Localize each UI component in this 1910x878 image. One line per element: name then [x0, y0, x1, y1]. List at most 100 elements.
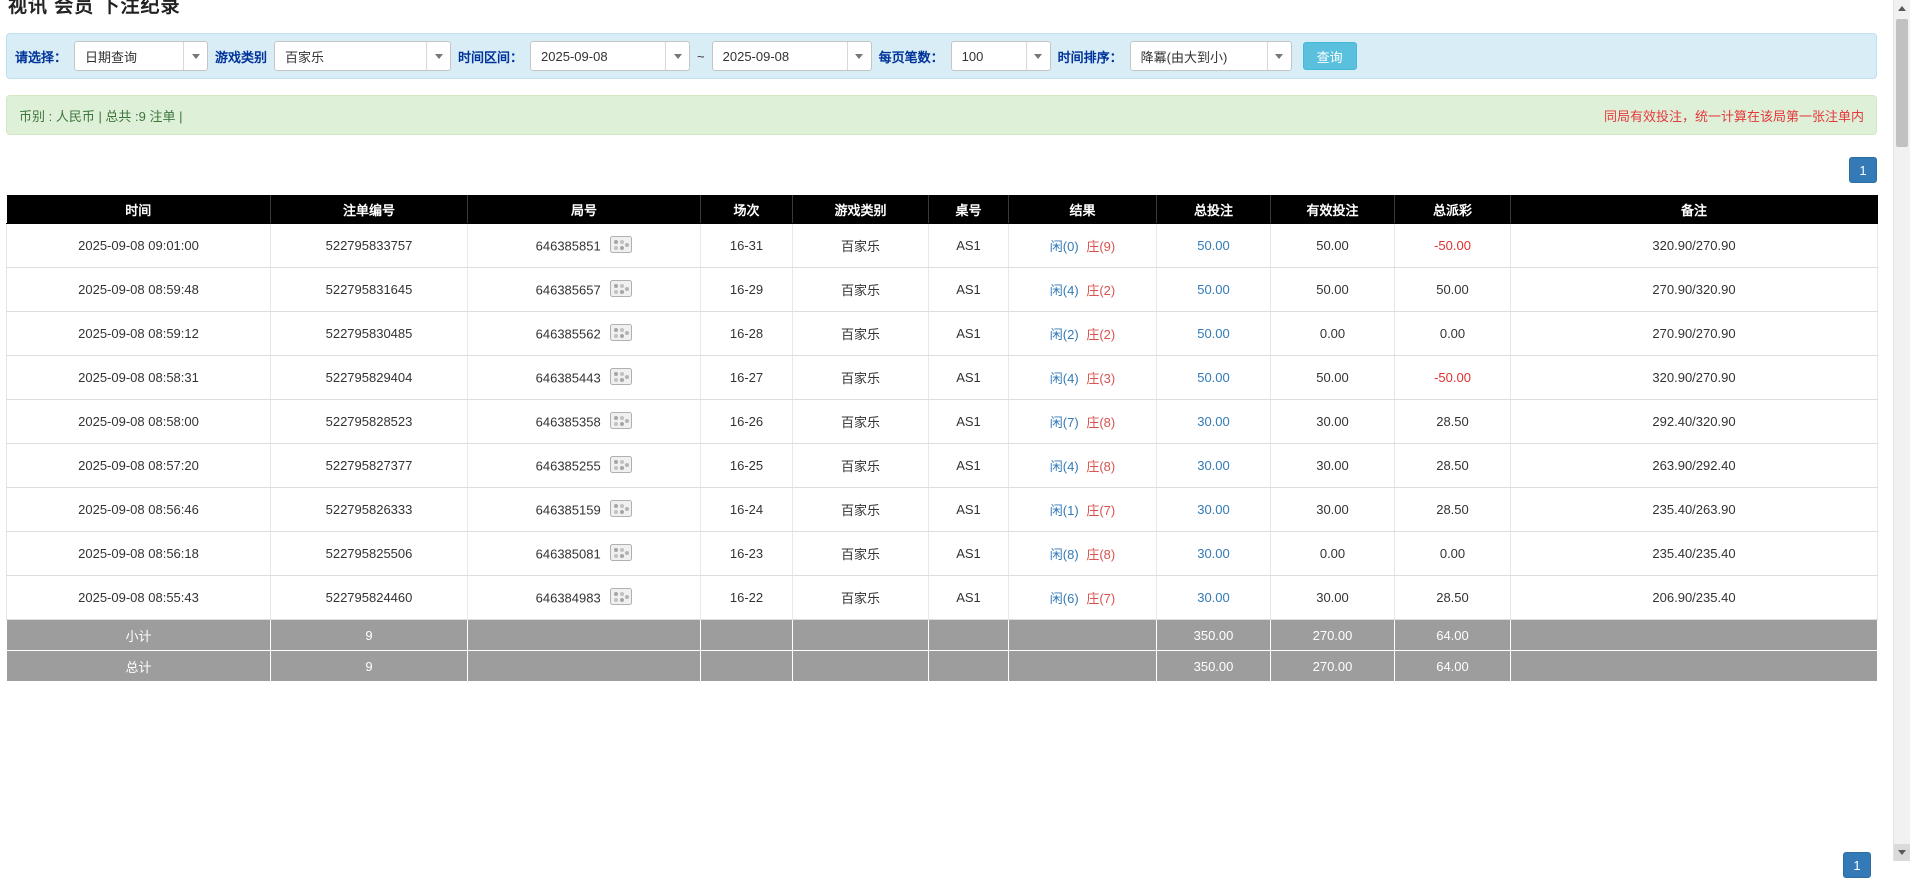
payout-cell: -50.00: [1395, 224, 1511, 268]
total-bet-cell[interactable]: 30.00: [1157, 532, 1271, 576]
result-cell: 闲(2) 庄(2): [1009, 312, 1157, 356]
round-number: 646385443: [536, 370, 601, 385]
payout-cell: 28.50: [1395, 488, 1511, 532]
page-size-label: 每页笔数：: [879, 47, 944, 66]
scrollbar-thumb[interactable]: [1896, 19, 1908, 147]
summary-cell: [793, 651, 929, 682]
valid-bet-cell: 50.00: [1271, 224, 1395, 268]
valid-bet-notice: 同局有效投注，统一计算在该局第一张注单内: [1604, 106, 1864, 125]
summary-cell: 64.00: [1395, 620, 1511, 651]
banker-result: 庄(8): [1086, 459, 1115, 474]
time-cell: 2025-09-08 08:57:20: [7, 444, 271, 488]
page-1-button[interactable]: 1: [1849, 157, 1877, 183]
roadmap-icon[interactable]: [610, 588, 632, 608]
banker-result: 庄(3): [1086, 371, 1115, 386]
roadmap-icon[interactable]: [610, 280, 632, 300]
valid-bet-cell: 30.00: [1271, 576, 1395, 620]
scroll-down-icon[interactable]: [1894, 844, 1910, 861]
banker-result: 庄(8): [1086, 547, 1115, 562]
roadmap-icon[interactable]: [610, 412, 632, 432]
sort-select[interactable]: 降冪(由大到小): [1130, 41, 1292, 71]
chevron-down-icon[interactable]: [426, 42, 450, 70]
time-cell: 2025-09-08 08:56:46: [7, 488, 271, 532]
date-from-select[interactable]: 2025-09-08: [530, 41, 690, 71]
time-cell: 2025-09-08 08:56:18: [7, 532, 271, 576]
round-cell: 646384983: [468, 576, 701, 620]
roadmap-icon[interactable]: [610, 500, 632, 520]
currency-summary: 币别 : 人民币 | 总共 :9 注单 |: [19, 106, 183, 125]
player-result: 闲(4): [1050, 371, 1079, 386]
round-number: 646385255: [536, 458, 601, 473]
roadmap-icon[interactable]: [610, 456, 632, 476]
vertical-scrollbar[interactable]: [1893, 0, 1910, 861]
scroll-up-icon[interactable]: [1894, 0, 1910, 17]
session-cell: 16-26: [701, 400, 793, 444]
page-1-button-bottom[interactable]: 1: [1843, 852, 1871, 878]
total-bet-cell[interactable]: 50.00: [1157, 268, 1271, 312]
table-number-cell: AS1: [929, 356, 1009, 400]
summary-cell: 64.00: [1395, 651, 1511, 682]
page-content: 视讯 会员 下注纪录 请选择： 日期查询 游戏类别 百家乐 时间区间： 2025…: [6, 0, 1877, 682]
player-result: 闲(0): [1050, 239, 1079, 254]
total-bet-cell[interactable]: 50.00: [1157, 224, 1271, 268]
column-header: 总投注: [1157, 196, 1271, 224]
game-type-cell: 百家乐: [793, 268, 929, 312]
roadmap-icon[interactable]: [610, 368, 632, 388]
table-row: 2025-09-08 08:57:20 522795827377 6463852…: [7, 444, 1878, 488]
note-cell: 320.90/270.90: [1511, 224, 1878, 268]
chevron-down-icon[interactable]: [1026, 42, 1050, 70]
roadmap-icon[interactable]: [610, 324, 632, 344]
chevron-down-icon[interactable]: [847, 42, 871, 70]
bet-id-cell: 522795824460: [271, 576, 468, 620]
banker-result: 庄(8): [1086, 415, 1115, 430]
time-cell: 2025-09-08 08:59:48: [7, 268, 271, 312]
player-result: 闲(4): [1050, 283, 1079, 298]
table-number-cell: AS1: [929, 488, 1009, 532]
total-bet-cell[interactable]: 50.00: [1157, 356, 1271, 400]
time-range-label: 时间区间：: [458, 47, 523, 66]
total-bet-cell[interactable]: 30.00: [1157, 400, 1271, 444]
total-bet-cell[interactable]: 30.00: [1157, 488, 1271, 532]
table-row: 2025-09-08 08:58:00 522795828523 6463853…: [7, 400, 1878, 444]
summary-cell: [1009, 651, 1157, 682]
chevron-down-icon[interactable]: [1267, 42, 1291, 70]
pagination-top: 1: [6, 157, 1877, 183]
search-button[interactable]: 查询: [1303, 42, 1357, 70]
date-range-tilde: ~: [697, 49, 705, 64]
summary-cell: [701, 651, 793, 682]
valid-bet-cell: 30.00: [1271, 400, 1395, 444]
valid-bet-cell: 0.00: [1271, 312, 1395, 356]
result-cell: 闲(0) 庄(9): [1009, 224, 1157, 268]
payout-cell: 28.50: [1395, 576, 1511, 620]
summary-cell: 小计: [7, 620, 271, 651]
roadmap-icon[interactable]: [610, 236, 632, 256]
column-header: 游戏类别: [793, 196, 929, 224]
note-cell: 270.90/320.90: [1511, 268, 1878, 312]
bet-id-cell: 522795828523: [271, 400, 468, 444]
page-size-select[interactable]: 100: [951, 41, 1051, 71]
query-type-value: 日期查询: [75, 47, 183, 66]
sort-label: 时间排序：: [1058, 47, 1123, 66]
banker-result: 庄(2): [1086, 283, 1115, 298]
player-result: 闲(7): [1050, 415, 1079, 430]
date-to-select[interactable]: 2025-09-08: [712, 41, 872, 71]
game-type-cell: 百家乐: [793, 576, 929, 620]
table-footer: 小计9350.00270.0064.00总计9350.00270.0064.00: [7, 620, 1878, 682]
roadmap-icon[interactable]: [610, 544, 632, 564]
valid-bet-cell: 0.00: [1271, 532, 1395, 576]
column-header: 结果: [1009, 196, 1157, 224]
table-number-cell: AS1: [929, 532, 1009, 576]
game-type-select[interactable]: 百家乐: [274, 41, 451, 71]
chevron-down-icon[interactable]: [183, 42, 207, 70]
player-result: 闲(6): [1050, 591, 1079, 606]
chevron-down-icon[interactable]: [665, 42, 689, 70]
total-bet-cell[interactable]: 30.00: [1157, 576, 1271, 620]
subtotal-row: 小计9350.00270.0064.00: [7, 620, 1878, 651]
total-bet-cell[interactable]: 50.00: [1157, 312, 1271, 356]
column-header: 场次: [701, 196, 793, 224]
summary-cell: 350.00: [1157, 620, 1271, 651]
query-type-select[interactable]: 日期查询: [74, 41, 208, 71]
round-number: 646385851: [536, 238, 601, 253]
payout-cell: 0.00: [1395, 532, 1511, 576]
total-bet-cell[interactable]: 30.00: [1157, 444, 1271, 488]
